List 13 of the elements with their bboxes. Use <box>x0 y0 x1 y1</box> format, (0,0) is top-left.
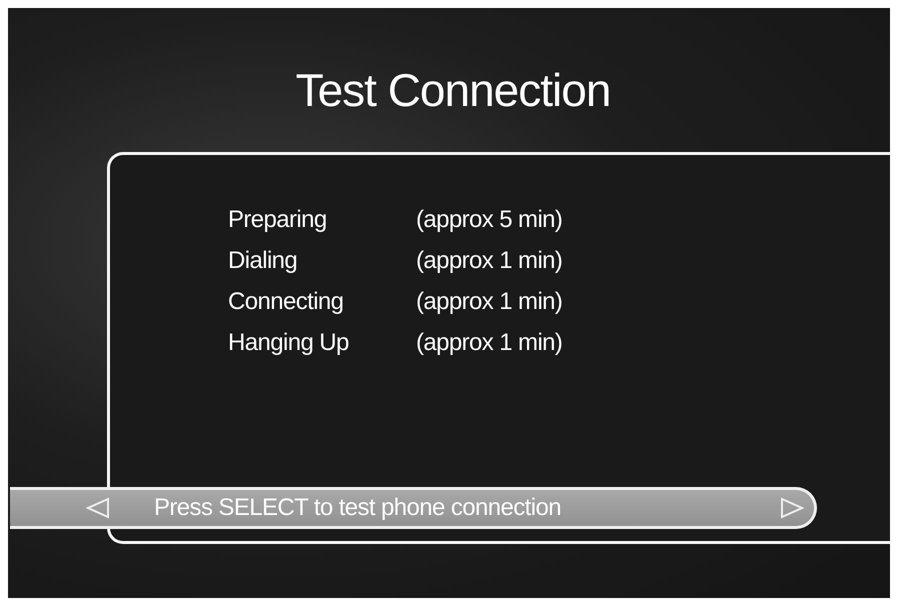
step-duration: (approx 5 min) <box>416 205 562 235</box>
right-arrow-icon[interactable] <box>780 497 804 519</box>
step-name: Connecting <box>228 287 344 317</box>
step-name: Preparing <box>228 205 327 235</box>
left-arrow-icon[interactable] <box>86 497 110 519</box>
step-name: Dialing <box>228 246 298 276</box>
step-name: Hanging Up <box>228 328 349 358</box>
step-duration: (approx 1 min) <box>416 246 562 276</box>
step-duration: (approx 1 min) <box>416 328 562 358</box>
prompt-bar[interactable]: Press SELECT to test phone connection <box>10 487 817 529</box>
screen-title: Test Connection <box>296 66 610 114</box>
prompt-text: Press SELECT to test phone connection <box>154 494 561 522</box>
step-duration: (approx 1 min) <box>416 287 562 317</box>
